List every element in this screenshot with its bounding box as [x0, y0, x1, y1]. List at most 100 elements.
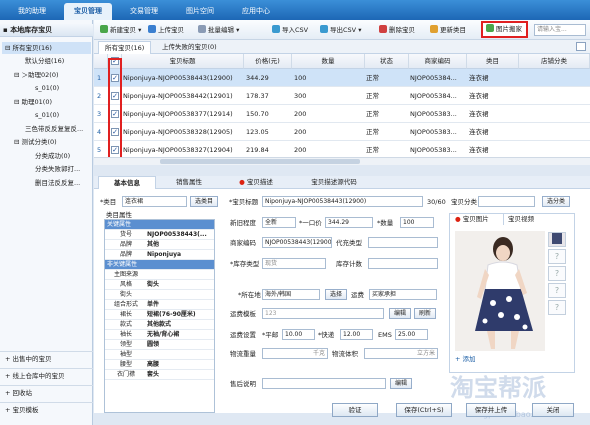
prop-row[interactable]: 货号 NJOP00538443(... — [105, 230, 214, 240]
title-input[interactable]: Niponjuya-NJOP00538443(12900) — [262, 196, 423, 207]
tab-description-source[interactable]: 宝贝描述源代码 — [292, 176, 376, 189]
table-row[interactable]: 2 ✓ Niponjuya-NJOP00538442(12901) 178.37… — [94, 87, 590, 105]
left-footer-templates[interactable]: + 宝贝模板 — [0, 402, 93, 416]
table-row[interactable]: 4 ✓ Niponjuya-NJOP00538328(12905) 123.05… — [94, 123, 590, 141]
nav-tab-image-space[interactable]: 图片空间 — [176, 3, 224, 20]
add-image-link[interactable]: + 添加 — [455, 354, 476, 364]
upload-item-button[interactable]: 上传宝贝 — [148, 24, 184, 37]
edit-template-button[interactable]: 编辑 — [389, 308, 411, 319]
tree-item-cat-fail[interactable]: 分类失败郭打... — [35, 163, 80, 175]
prop-row[interactable]: 领型 圆领 — [105, 340, 214, 350]
edit-after-sale-button[interactable]: 编辑 — [390, 378, 412, 389]
delete-item-button[interactable]: 删除宝贝 — [379, 24, 415, 37]
nav-tab-trade[interactable]: 交易管理 — [120, 3, 168, 20]
tab-item-images[interactable]: ● 宝贝图片 — [452, 213, 504, 225]
thumbnail-1[interactable] — [548, 232, 566, 247]
search-input[interactable]: 请输入宝... — [534, 24, 586, 36]
express-fee-input[interactable]: 12.00 — [340, 329, 373, 340]
prop-row[interactable]: 衣门襟 套头 — [105, 370, 214, 380]
table-row[interactable]: 3 ✓ Niponjuya-NJOP00538377(12914) 150.70… — [94, 105, 590, 123]
tab-all-items[interactable]: 所有宝贝(16) — [98, 41, 152, 54]
quantity-input[interactable]: 100 — [400, 217, 434, 228]
price-input[interactable]: 344.29 — [325, 217, 373, 228]
mail-fee-input[interactable]: 10.00 — [282, 329, 315, 340]
tree-item-s01-b[interactable]: s_01(0) — [35, 109, 59, 121]
save-upload-button[interactable]: 保存并上传 — [466, 403, 516, 417]
export-csv-button[interactable]: 导出CSV ▾ — [320, 24, 361, 37]
tab-description[interactable]: ● 宝贝描述 — [224, 176, 288, 189]
tree-item-default-group[interactable]: 默认分组(16) — [25, 55, 64, 67]
import-csv-button[interactable]: 导入CSV — [272, 24, 308, 37]
tab-basic-info[interactable]: 基本信息 — [98, 176, 156, 189]
shipping-template-select[interactable]: 123 — [262, 308, 384, 319]
prop-row[interactable]: 街头 — [105, 290, 214, 300]
prop-row[interactable]: 裙长 短裙(76-90厘米) — [105, 310, 214, 320]
image-move-button[interactable]: 图片搬家 — [481, 21, 528, 38]
category-select[interactable]: 连衣裙 — [122, 196, 187, 207]
shipping-select[interactable]: 买家承担 — [369, 289, 437, 300]
prop-row[interactable]: 主图来源 — [105, 270, 214, 280]
tree-item-test-category[interactable]: ⊟ 测试分类(0) — [14, 136, 57, 148]
condition-select[interactable]: 全新 — [262, 217, 296, 228]
tab-item-video[interactable]: 宝贝视频 — [505, 213, 555, 225]
prop-row[interactable]: 腰型 高腰 — [105, 360, 214, 370]
choose-category-button[interactable]: 选类目 — [190, 196, 218, 207]
col-price[interactable]: 价格(元) — [244, 54, 292, 69]
shop-category-input[interactable] — [478, 196, 535, 207]
col-qty[interactable]: 数量 — [292, 54, 365, 69]
tree-item-assistant01[interactable]: ⊟ 助理01(0) — [14, 96, 52, 108]
tree-item-cat-success[interactable]: 分类成功(0) — [35, 150, 70, 162]
location-select[interactable]: 海外/韩国 — [262, 289, 320, 300]
nav-tab-item-manage[interactable]: 宝贝管理 — [64, 3, 112, 20]
tree-item-s01-a[interactable]: s_01(0) — [35, 82, 59, 94]
col-title[interactable]: 宝贝标题 — [122, 54, 244, 69]
prop-row[interactable]: 袖型 — [105, 350, 214, 360]
new-item-button[interactable]: 新建宝贝 ▾ — [100, 24, 141, 37]
prop-row[interactable]: 品牌 其他 — [105, 240, 214, 250]
thumbnail-3[interactable]: ? — [548, 266, 566, 281]
close-button[interactable]: 关闭 — [532, 403, 574, 417]
prop-row[interactable]: 款式 其他款式 — [105, 320, 214, 330]
left-footer-on-sale[interactable]: + 出售中的宝贝 — [0, 351, 93, 365]
tab-upload-failed[interactable]: 上传失败的宝贝(0) — [156, 41, 223, 54]
prop-row[interactable]: 组合形式 单件 — [105, 300, 214, 310]
stock-count-select[interactable] — [368, 258, 438, 269]
choose-location-button[interactable]: 选择 — [325, 289, 347, 300]
thumbnail-4[interactable]: ? — [548, 283, 566, 298]
ems-fee-input[interactable]: 25.00 — [395, 329, 428, 340]
nav-tab-assistant[interactable]: 我的助理 — [8, 3, 56, 20]
col-category[interactable]: 类目 — [467, 54, 519, 69]
after-sale-select[interactable] — [262, 378, 386, 389]
col-status[interactable]: 状态 — [365, 54, 409, 69]
product-photo[interactable] — [455, 231, 545, 351]
update-category-button[interactable]: 更新类目 — [430, 24, 466, 37]
validate-button[interactable]: 验证 — [332, 403, 378, 417]
nav-tab-app-center[interactable]: 应用中心 — [232, 3, 280, 20]
tree-item-assistant02[interactable]: ⊟ ＞助理02(0) — [14, 69, 59, 81]
prop-row[interactable]: 袖长 无袖/背心裙 — [105, 330, 214, 340]
merchant-code-input[interactable]: NJOP00538443(12900) — [262, 237, 332, 248]
table-scroll-thumb[interactable] — [160, 159, 360, 164]
local-stock-header[interactable]: ▪ 本地库存宝贝 — [0, 24, 93, 37]
save-button[interactable]: 保存(Ctrl+S) — [396, 403, 452, 417]
prop-row[interactable]: 品牌 Niponjuya — [105, 250, 214, 260]
refresh-template-button[interactable]: 刷新 — [414, 308, 436, 319]
settings-icon[interactable] — [576, 42, 586, 51]
volume-input[interactable]: 立方米 — [364, 348, 438, 359]
prop-row[interactable]: 风格 街头 — [105, 280, 214, 290]
tree-item-color-band[interactable]: 三色带反反复复反... — [25, 123, 83, 135]
col-shop-category[interactable]: 店铺分类 — [519, 54, 590, 69]
weight-input[interactable]: 千克 — [262, 348, 328, 359]
table-row[interactable]: 1 ✓ Niponjuya-NJOP00538443(12900) 344.29… — [94, 69, 590, 87]
tree-item-all[interactable]: ⊟ 所有宝贝(16) — [2, 42, 91, 54]
tab-sales-props[interactable]: 销售属性 — [160, 176, 218, 189]
agent-type-select[interactable] — [368, 237, 438, 248]
left-footer-recycle[interactable]: + 回收站 — [0, 385, 93, 399]
stock-type-select[interactable]: 现货 — [262, 258, 326, 269]
tree-item-delete-cat[interactable]: 删目法反反复... — [35, 177, 80, 189]
batch-edit-button[interactable]: 批量编辑 ▾ — [198, 24, 239, 37]
choose-shop-category-button[interactable]: 选分类 — [542, 196, 570, 207]
thumbnail-5[interactable]: ? — [548, 300, 566, 315]
left-footer-warehouse[interactable]: + 线上仓库中的宝贝 — [0, 368, 93, 382]
col-merchant-code[interactable]: 商家编码 — [409, 54, 467, 69]
